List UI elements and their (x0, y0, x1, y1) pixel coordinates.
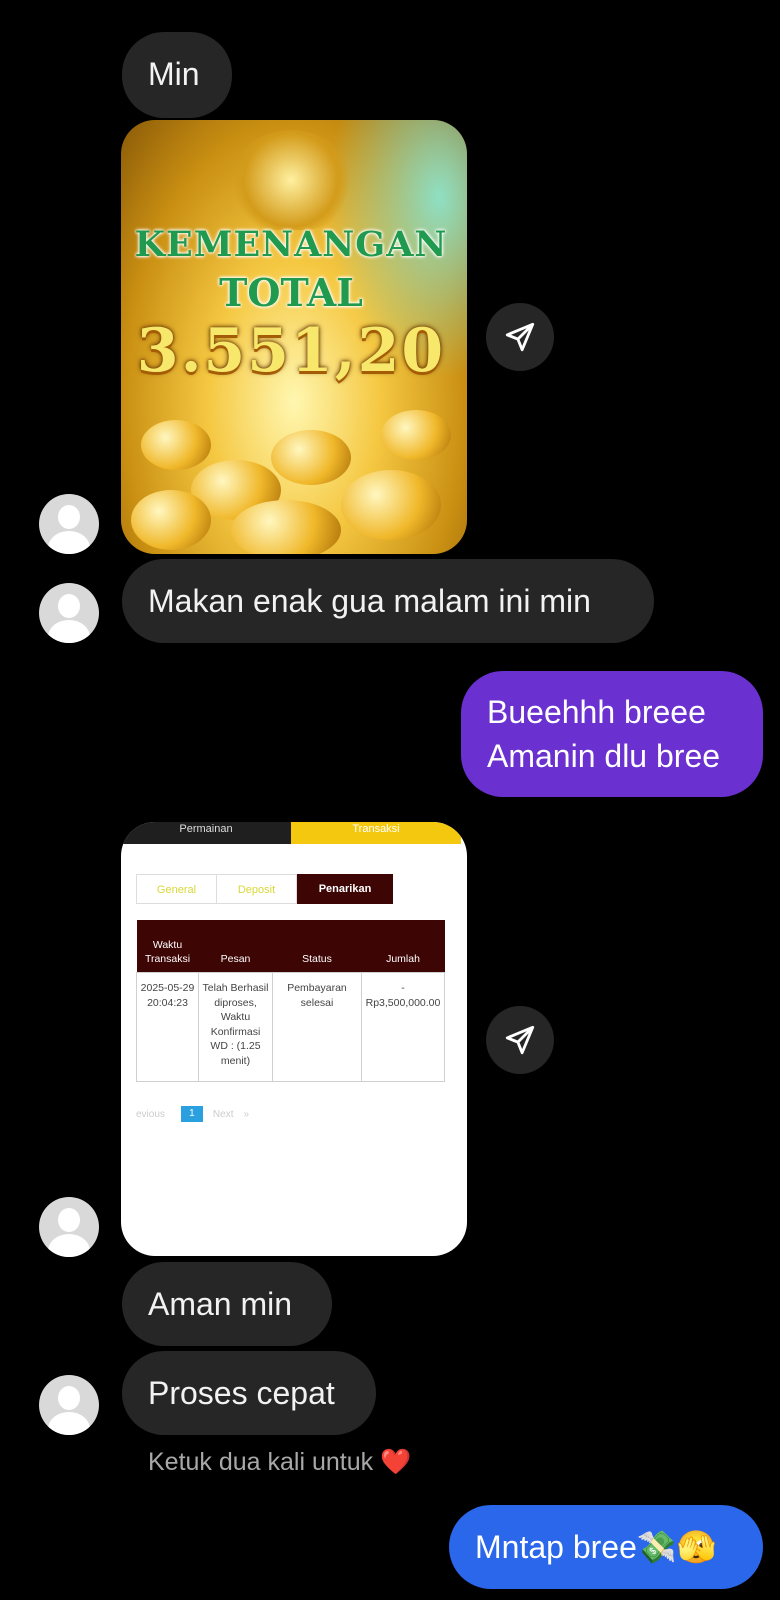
avatar[interactable] (39, 1197, 99, 1257)
tx-tab-permainan: Permainan (121, 822, 291, 844)
tx-pager: evious 1 Next » (136, 1106, 249, 1122)
tx-pager-current: 1 (180, 1106, 203, 1122)
table-row: 2025-05-29 20:04:23 Telah Berhasil dipro… (136, 972, 445, 1082)
tx-seg-deposit: Deposit (217, 874, 297, 904)
double-tap-like-hint: Ketuk dua kali untuk ❤️ (148, 1448, 411, 1477)
avatar[interactable] (39, 583, 99, 643)
hint-text: Ketuk dua kali untuk (148, 1448, 374, 1476)
tx-cell-time: 2025-05-29 20:04:23 (136, 972, 199, 1082)
win-title-line1: KEMENANGAN (134, 224, 448, 265)
share-button[interactable] (486, 303, 554, 371)
tx-tab-bar: Permainan Transaksi (121, 822, 461, 844)
win-title-line2: TOTAL (219, 270, 363, 315)
message-text-line2: Amanin dlu bree (487, 738, 721, 774)
tx-tab-transaksi: Transaksi (291, 822, 461, 844)
tx-seg-general: General (136, 874, 217, 904)
tx-pager-last: » (243, 1108, 250, 1120)
send-icon (505, 322, 535, 352)
message-text: Proses cepat (148, 1375, 335, 1411)
tx-cell-amount: - Rp3,500,000.00 (361, 972, 445, 1082)
message-bubble-proses[interactable]: Proses cepat (122, 1351, 376, 1435)
tx-header-status: Status (272, 920, 362, 973)
avatar[interactable] (39, 1375, 99, 1435)
message-bubble-min[interactable]: Min (122, 32, 232, 118)
outgoing-message-bubble[interactable]: Mntap bree💸🫣 (449, 1505, 763, 1589)
message-text-line1: Bueehhh breee (487, 694, 706, 730)
outgoing-message-bubble[interactable]: Bueehhh breee Amanin dlu bree (461, 671, 763, 797)
tx-header-amount: Jumlah (361, 920, 445, 973)
tx-cell-message: Telah Berhasil diproses, Waktu Konfirmas… (198, 972, 273, 1082)
message-text: Makan enak gua malam ini min (148, 583, 591, 619)
send-icon (505, 1025, 535, 1055)
share-button[interactable] (486, 1006, 554, 1074)
heart-icon: ❤️ (380, 1448, 412, 1476)
tx-pager-prev: evious (136, 1108, 165, 1120)
message-text: Aman min (148, 1286, 293, 1322)
message-text: Mntap bree💸🫣 (475, 1529, 717, 1565)
tx-table: Waktu Transaksi Pesan Status Jumlah 2025… (136, 920, 445, 1082)
message-bubble-makan[interactable]: Makan enak gua malam ini min (122, 559, 654, 643)
tx-seg-penarikan: Penarikan (297, 874, 393, 904)
tx-header-message: Pesan (198, 920, 273, 973)
tx-cell-status: Pembayaran selesai (272, 972, 362, 1082)
tx-pager-next: Next (212, 1108, 234, 1120)
message-text: Min (148, 56, 200, 92)
tx-header-time: Waktu Transaksi (136, 920, 199, 973)
win-screenshot-image[interactable]: KEMENANGAN TOTAL 3.551,20 (121, 120, 467, 554)
transaction-screenshot-image[interactable]: Permainan Transaksi General Deposit Pena… (121, 822, 467, 1256)
win-amount: 3.551,20 (136, 316, 446, 386)
avatar[interactable] (39, 494, 99, 554)
dragon-figure (231, 130, 351, 230)
message-bubble-aman[interactable]: Aman min (122, 1262, 332, 1346)
